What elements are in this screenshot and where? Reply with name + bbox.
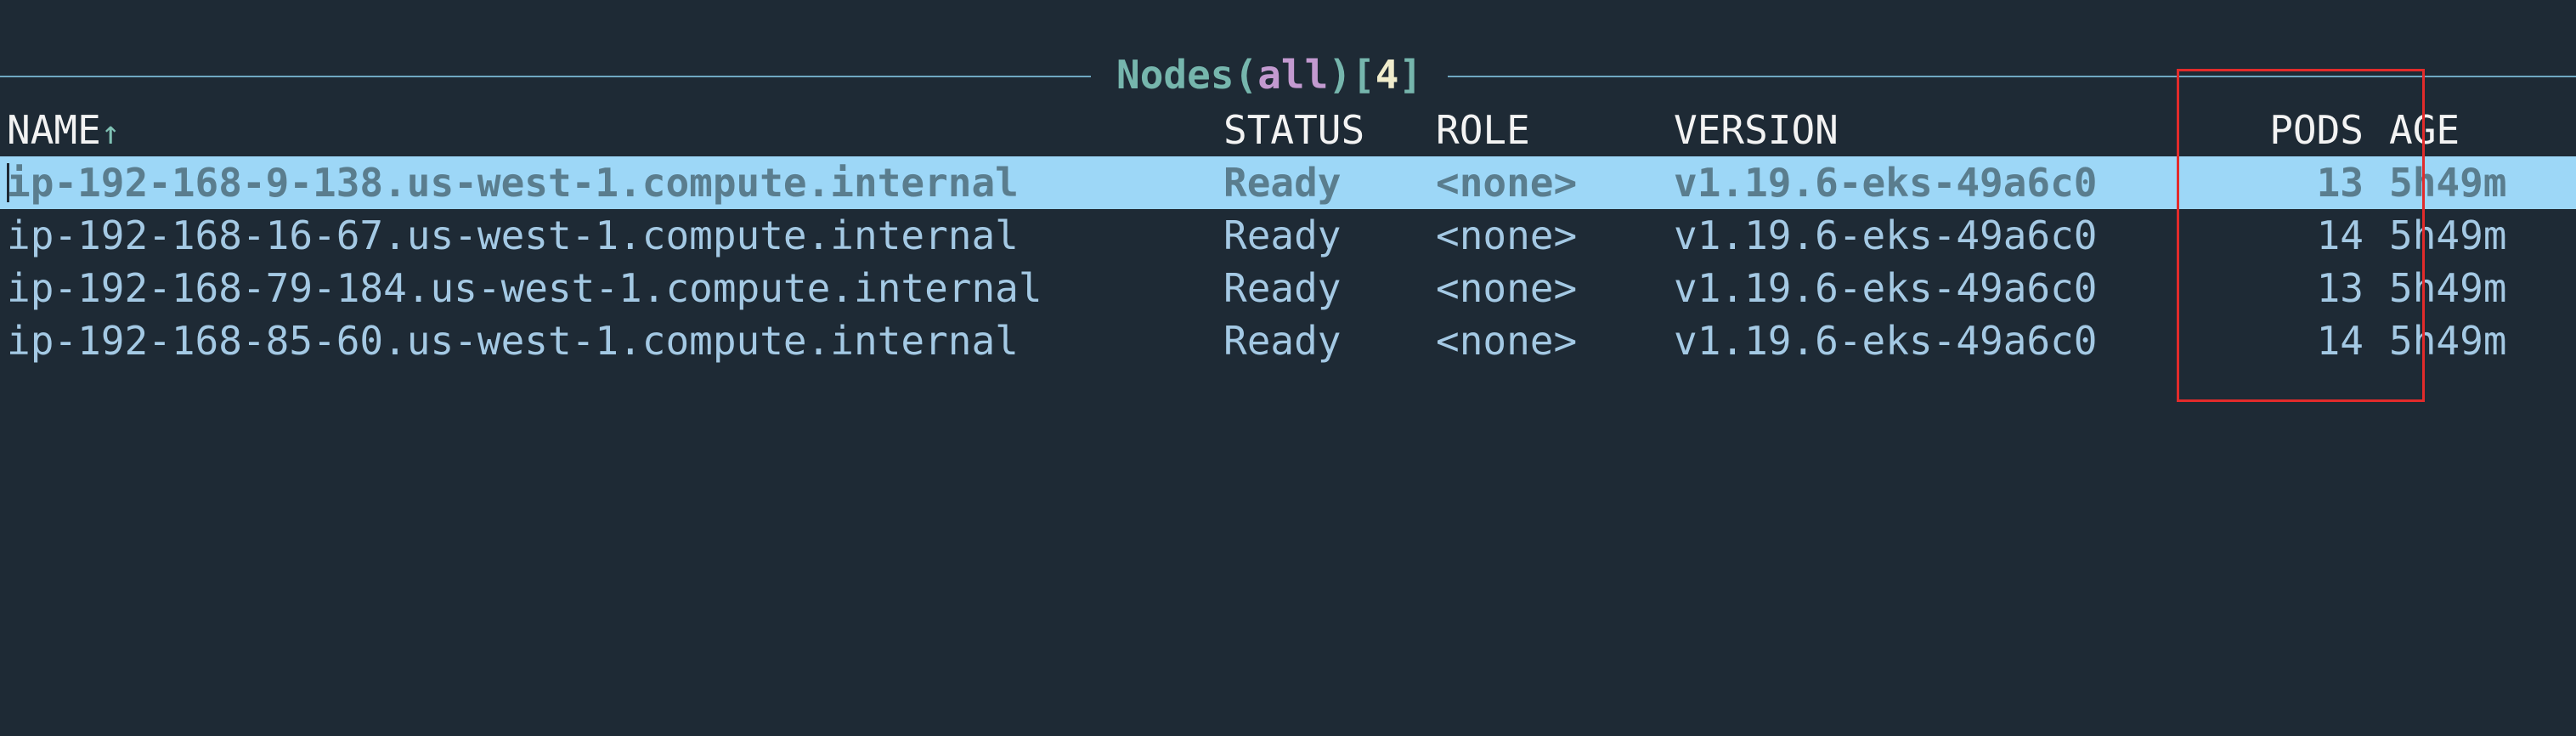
column-header-status[interactable]: STATUS bbox=[1223, 104, 1364, 156]
node-name: ip-192-168-9-138.us-west-1.compute.inter… bbox=[7, 160, 1019, 206]
node-status: Ready bbox=[1223, 212, 1342, 258]
node-name: ip-192-168-16-67.us-west-1.compute.inter… bbox=[7, 212, 1019, 258]
node-role: <none> bbox=[1436, 265, 1578, 311]
title-count: 4 bbox=[1375, 52, 1399, 98]
node-status: Ready bbox=[1223, 318, 1342, 364]
title-namespace-filter: all bbox=[1257, 52, 1329, 98]
view-title: Nodes(all)[4] bbox=[1091, 49, 1449, 100]
node-role: <none> bbox=[1436, 212, 1578, 258]
title-bracket-close: ] bbox=[1398, 52, 1423, 98]
node-version: v1.19.6-eks-49a6c0 bbox=[1674, 160, 2098, 206]
nodes-view: Nodes(all)[4] NAME↑ STATUS ROLE VERSION … bbox=[0, 0, 2576, 433]
node-status: Ready bbox=[1223, 265, 1342, 311]
title-bracket-open: [ bbox=[1351, 52, 1376, 98]
node-status: Ready bbox=[1223, 160, 1342, 206]
node-role: <none> bbox=[1436, 160, 1578, 206]
node-version: v1.19.6-eks-49a6c0 bbox=[1674, 265, 2098, 311]
column-header-version[interactable]: VERSION bbox=[1674, 104, 1839, 156]
node-name: ip-192-168-85-60.us-west-1.compute.inter… bbox=[7, 318, 1019, 364]
title-paren-open: ( bbox=[1234, 52, 1258, 98]
pods-column-highlight-box bbox=[2177, 69, 2425, 402]
node-role: <none> bbox=[1436, 318, 1578, 364]
node-version: v1.19.6-eks-49a6c0 bbox=[1674, 318, 2098, 364]
sort-ascending-icon: ↑ bbox=[100, 114, 121, 151]
node-name: ip-192-168-79-184.us-west-1.compute.inte… bbox=[7, 265, 1042, 311]
column-header-name[interactable]: NAME↑ bbox=[7, 104, 121, 159]
node-version: v1.19.6-eks-49a6c0 bbox=[1674, 212, 2098, 258]
title-resource: Nodes bbox=[1116, 52, 1234, 98]
title-paren-close: ) bbox=[1328, 52, 1352, 98]
column-header-role[interactable]: ROLE bbox=[1436, 104, 1530, 156]
